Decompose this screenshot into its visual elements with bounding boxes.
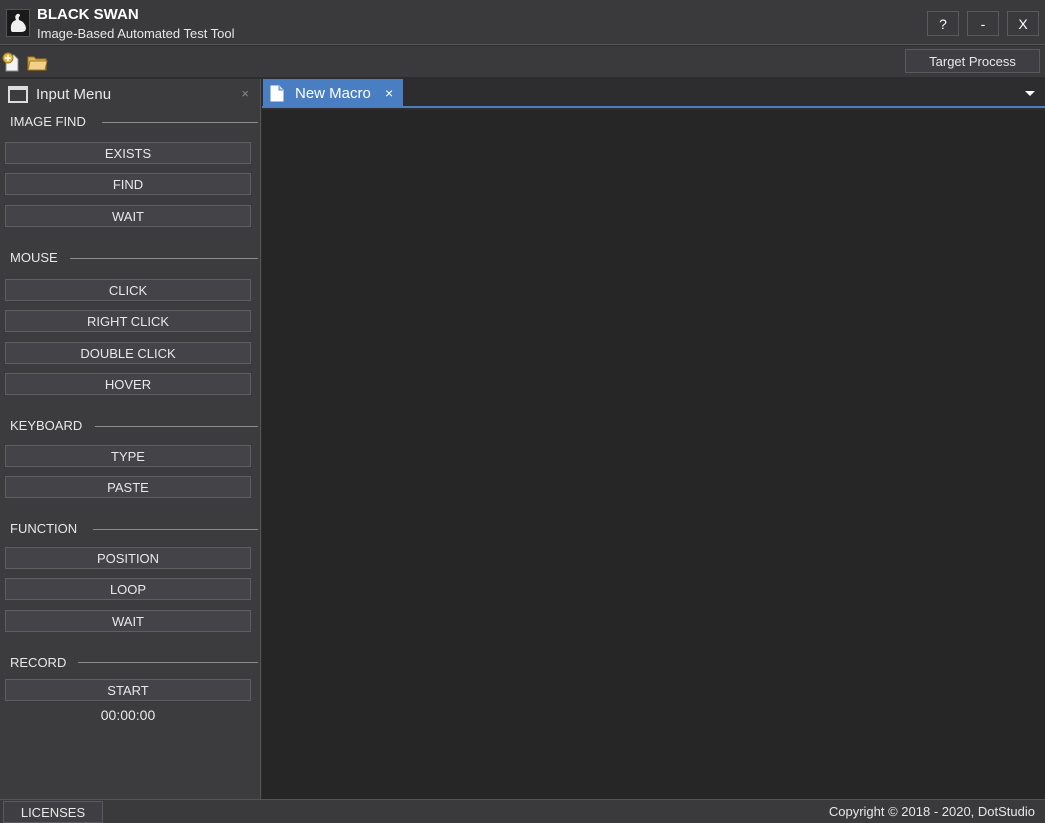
app-subtitle: Image-Based Automated Test Tool xyxy=(37,26,235,41)
document-tab-strip: New Macro × xyxy=(262,79,1045,108)
new-file-icon[interactable] xyxy=(1,51,23,73)
macro-editor-canvas[interactable] xyxy=(262,110,1045,799)
exists-button[interactable]: EXISTS xyxy=(5,142,251,164)
click-button[interactable]: CLICK xyxy=(5,279,251,301)
swan-logo-icon xyxy=(6,9,30,37)
panel-title: Input Menu xyxy=(36,86,112,103)
help-button[interactable]: ? xyxy=(927,11,959,36)
find-button[interactable]: FIND xyxy=(5,173,251,195)
section-keyboard: KEYBOARD xyxy=(10,418,83,433)
right-click-button[interactable]: RIGHT CLICK xyxy=(5,310,251,332)
input-menu-panel: Input Menu × IMAGE FIND EXISTS FIND WAIT… xyxy=(0,79,261,799)
hover-button[interactable]: HOVER xyxy=(5,373,251,395)
toolbar: Target Process xyxy=(0,46,1045,77)
app-title: BLACK SWAN xyxy=(37,6,139,23)
copyright-text: Copyright © 2018 - 2020, DotStudio xyxy=(828,804,1035,819)
double-click-button[interactable]: DOUBLE CLICK xyxy=(5,342,251,364)
document-icon xyxy=(270,85,284,102)
type-button[interactable]: TYPE xyxy=(5,445,251,467)
start-record-button[interactable]: START xyxy=(5,679,251,701)
window-icon xyxy=(8,86,28,103)
open-folder-icon[interactable] xyxy=(26,51,48,73)
close-button[interactable]: X xyxy=(1007,11,1039,36)
record-timer: 00:00:00 xyxy=(100,707,156,723)
title-bar: BLACK SWAN Image-Based Automated Test To… xyxy=(0,0,1045,45)
loop-button[interactable]: LOOP xyxy=(5,578,251,600)
section-function: FUNCTION xyxy=(10,521,78,536)
panel-close-icon[interactable]: × xyxy=(241,86,249,101)
tab-new-macro[interactable]: New Macro × xyxy=(263,79,403,108)
function-wait-button[interactable]: WAIT xyxy=(5,610,251,632)
tab-close-icon[interactable]: × xyxy=(385,85,393,101)
section-image-find: IMAGE FIND xyxy=(10,114,86,129)
section-divider xyxy=(78,662,258,663)
minimize-button[interactable]: - xyxy=(967,11,999,36)
target-process-button[interactable]: Target Process xyxy=(905,49,1040,73)
tab-label: New Macro xyxy=(295,85,371,102)
section-mouse: MOUSE xyxy=(10,250,58,265)
licenses-button[interactable]: LICENSES xyxy=(3,801,103,823)
paste-button[interactable]: PASTE xyxy=(5,476,251,498)
section-divider xyxy=(70,258,258,259)
section-divider xyxy=(93,529,258,530)
position-button[interactable]: POSITION xyxy=(5,547,251,569)
image-wait-button[interactable]: WAIT xyxy=(5,205,251,227)
section-divider xyxy=(95,426,258,427)
section-record: RECORD xyxy=(10,655,67,670)
chevron-down-icon[interactable] xyxy=(1025,91,1035,96)
panel-header: Input Menu × xyxy=(0,79,259,109)
section-divider xyxy=(102,122,258,123)
status-bar: LICENSES Copyright © 2018 - 2020, DotStu… xyxy=(0,799,1045,823)
